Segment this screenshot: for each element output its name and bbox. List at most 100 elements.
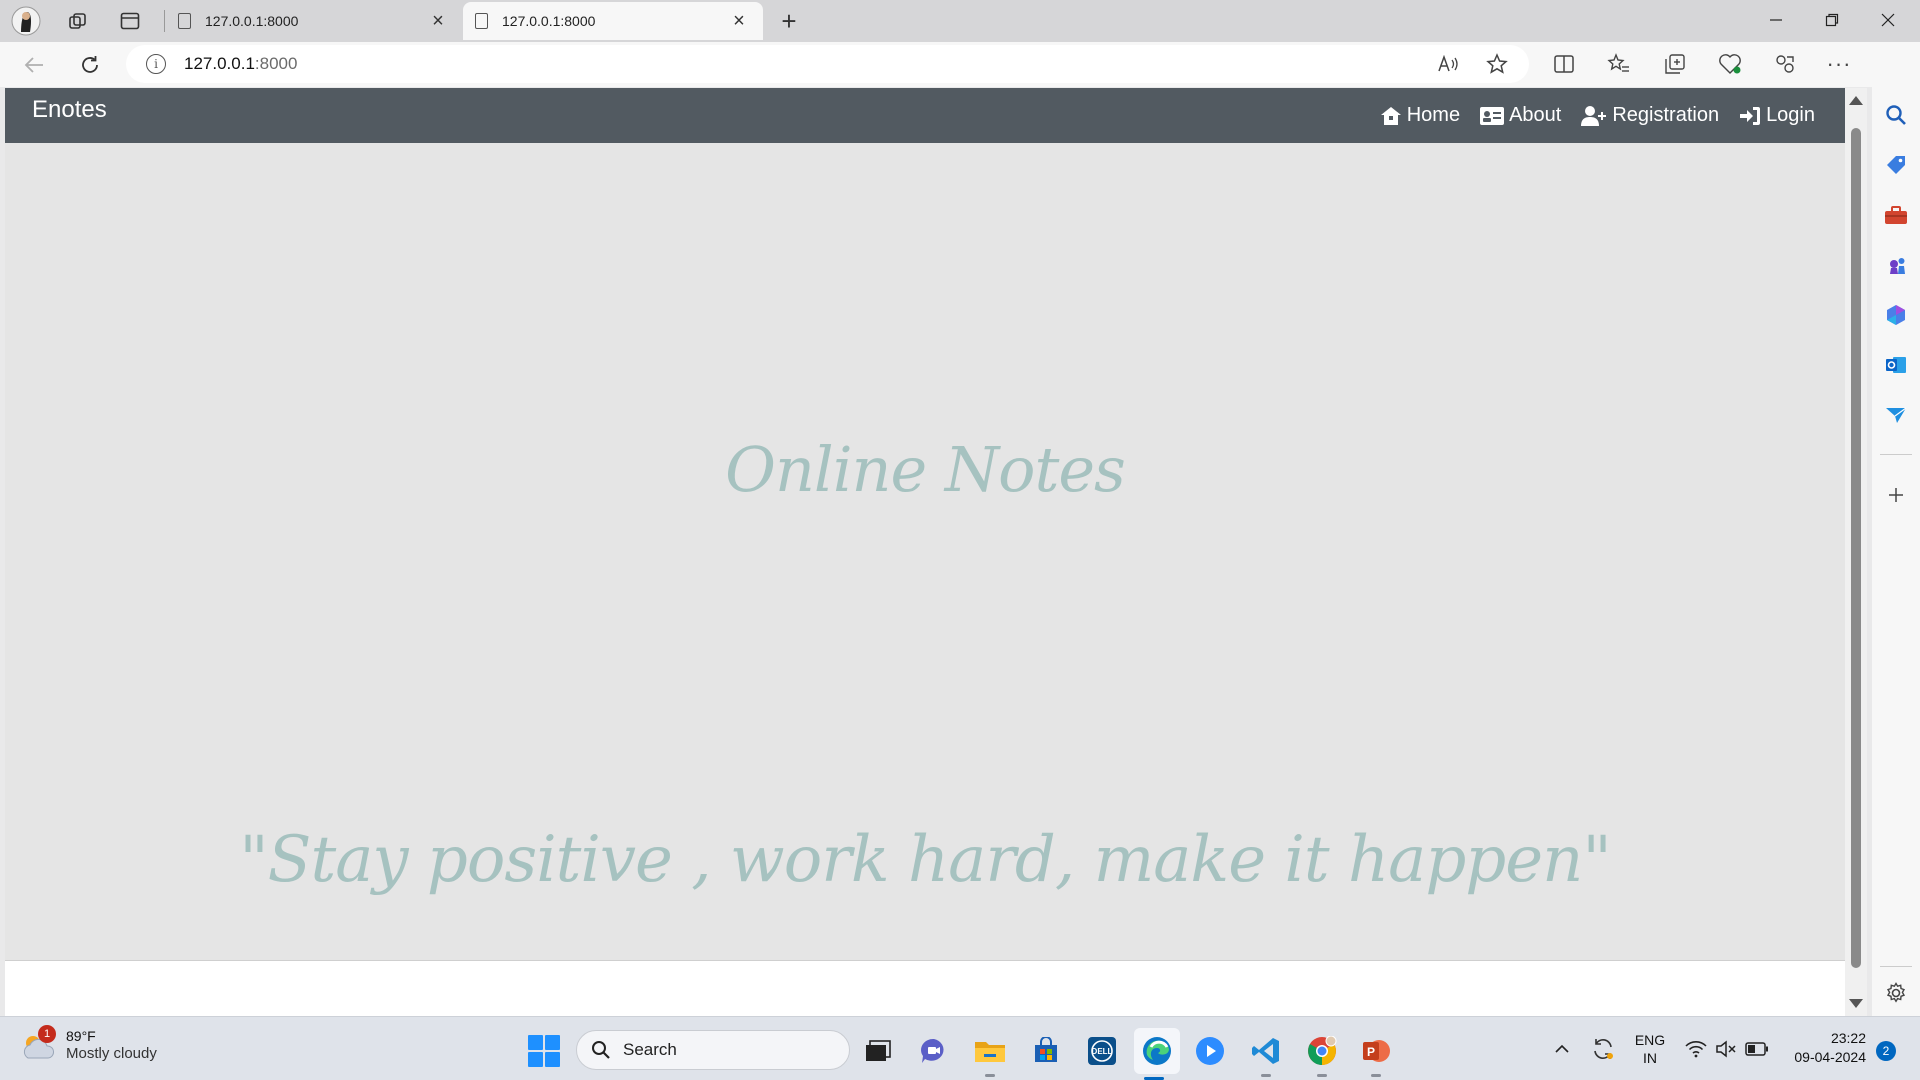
collections-button[interactable] xyxy=(1658,48,1692,80)
site-brand[interactable]: Enotes xyxy=(32,96,107,124)
favorites-button[interactable] xyxy=(1602,48,1636,80)
battery-icon xyxy=(1745,1042,1768,1056)
edge-icon xyxy=(1143,1037,1171,1065)
weather-alert-badge: 1 xyxy=(38,1025,56,1043)
notification-badge[interactable]: 2 xyxy=(1876,1041,1896,1061)
favorite-button[interactable] xyxy=(1480,48,1514,80)
info-icon[interactable]: i xyxy=(146,54,166,74)
workspaces-button[interactable] xyxy=(58,4,98,38)
plus-icon xyxy=(1889,488,1903,502)
zoom-button[interactable] xyxy=(1190,1031,1230,1071)
nav-registration-link[interactable]: Registration xyxy=(1581,104,1719,127)
sidebar-shopping-button[interactable] xyxy=(1881,150,1911,180)
collections-icon xyxy=(1665,54,1685,74)
split-screen-button[interactable] xyxy=(1547,48,1581,80)
tab-title: 127.0.0.1:8000 xyxy=(502,13,596,29)
lang-line2: IN xyxy=(1643,1050,1657,1066)
browser-essentials-button[interactable] xyxy=(1713,48,1747,80)
edge-sidebar xyxy=(1872,42,1920,1016)
sync-status-button[interactable] xyxy=(1588,1031,1618,1067)
sign-in-icon xyxy=(1740,106,1761,125)
powerpoint-button[interactable]: P xyxy=(1356,1031,1396,1077)
scroll-up-icon[interactable] xyxy=(1849,96,1863,105)
dell-app-button[interactable]: DELL xyxy=(1082,1031,1122,1071)
file-explorer-button[interactable] xyxy=(970,1031,1010,1077)
scrollbar-thumb[interactable] xyxy=(1851,128,1861,968)
browser-tab-strip: 127.0.0.1:8000 × 127.0.0.1:8000 × + xyxy=(0,0,1920,42)
sidebar-add-button[interactable] xyxy=(1881,480,1911,510)
close-icon[interactable]: × xyxy=(426,10,450,33)
send-icon xyxy=(1886,407,1907,423)
taskbar-search[interactable]: Search xyxy=(576,1030,850,1070)
tab-inactive[interactable]: 127.0.0.1:8000 × xyxy=(166,2,462,40)
input-language-button[interactable]: ENG IN xyxy=(1630,1031,1670,1067)
running-indicator xyxy=(1371,1074,1381,1077)
toolbox-icon xyxy=(1885,206,1907,224)
more-dots-icon: ··· xyxy=(1826,51,1852,76)
scroll-down-icon[interactable] xyxy=(1849,999,1863,1008)
search-icon xyxy=(592,1041,610,1059)
read-aloud-button[interactable] xyxy=(1432,48,1466,80)
teams-chat-button[interactable] xyxy=(914,1031,954,1071)
browser-toolbar: i 127.0.0.1:8000 ··· xyxy=(0,42,1920,87)
svg-text:P: P xyxy=(1367,1045,1375,1059)
heart-pulse-icon xyxy=(1719,54,1741,74)
user-plus-icon xyxy=(1581,105,1607,126)
hero-section: Online Notes "Stay positive , work hard,… xyxy=(5,143,1845,961)
nav-about-link[interactable]: About xyxy=(1480,104,1561,127)
home-icon xyxy=(1380,106,1401,125)
volume-muted-icon xyxy=(1716,1040,1736,1058)
chat-icon xyxy=(921,1038,944,1063)
search-icon xyxy=(1886,105,1906,125)
weather-widget[interactable]: 1 89°F Mostly cloudy xyxy=(20,1025,157,1063)
tab-active[interactable]: 127.0.0.1:8000 × xyxy=(463,2,763,40)
vscode-icon xyxy=(1252,1038,1279,1064)
workspaces-icon xyxy=(69,13,86,29)
chess-icon xyxy=(1890,258,1905,274)
new-tab-button[interactable]: + xyxy=(772,4,806,38)
sidebar-outlook-button[interactable] xyxy=(1881,350,1911,380)
chrome-icon xyxy=(1308,1036,1337,1065)
page-scrollbar[interactable] xyxy=(1845,88,1867,1016)
nav-home-link[interactable]: Home xyxy=(1380,104,1460,127)
gear-icon xyxy=(1886,982,1906,1003)
sidebar-settings-button[interactable] xyxy=(1881,978,1911,1008)
edge-taskbar-button[interactable] xyxy=(1134,1028,1180,1080)
show-hidden-icons-button[interactable] xyxy=(1548,1031,1576,1067)
taskbar-clock[interactable]: 23:22 09-04-2024 xyxy=(1780,1029,1866,1067)
sync-icon xyxy=(1594,1039,1613,1059)
sidebar-search-button[interactable] xyxy=(1881,100,1911,130)
sidebar-tools-button[interactable] xyxy=(1881,200,1911,230)
chrome-button[interactable] xyxy=(1302,1031,1342,1077)
back-button[interactable] xyxy=(16,48,52,82)
task-view-button[interactable] xyxy=(858,1031,898,1071)
microsoft-store-button[interactable] xyxy=(1026,1031,1066,1071)
page-icon xyxy=(475,13,488,29)
sidebar-drop-button[interactable] xyxy=(1881,400,1911,430)
profile-avatar[interactable] xyxy=(6,4,46,38)
wifi-icon xyxy=(1685,1041,1707,1058)
close-window-button[interactable] xyxy=(1860,0,1916,40)
vertical-tabs-button[interactable] xyxy=(110,4,150,38)
tab-title: 127.0.0.1:8000 xyxy=(205,13,299,29)
sidebar-m365-button[interactable] xyxy=(1881,300,1911,330)
cloud-sun-icon: 1 xyxy=(20,1025,56,1059)
close-icon[interactable]: × xyxy=(727,10,751,33)
extensions-button[interactable] xyxy=(1768,48,1802,80)
sidebar-games-button[interactable] xyxy=(1881,250,1911,280)
windows-logo-icon xyxy=(528,1035,543,1050)
nav-login-link[interactable]: Login xyxy=(1739,104,1815,127)
read-aloud-icon xyxy=(1438,55,1458,72)
start-button[interactable] xyxy=(528,1035,560,1067)
minimize-button[interactable] xyxy=(1748,0,1804,40)
windows-taskbar: 1 89°F Mostly cloudy Search DELL P ENG I… xyxy=(0,1016,1920,1080)
more-menu-button[interactable]: ··· xyxy=(1822,48,1856,80)
address-bar[interactable]: i 127.0.0.1:8000 xyxy=(126,45,1529,83)
quick-settings-button[interactable] xyxy=(1682,1031,1772,1067)
restore-button[interactable] xyxy=(1804,0,1860,40)
vscode-button[interactable] xyxy=(1246,1031,1286,1077)
windows-logo-icon xyxy=(545,1052,560,1067)
folder-icon xyxy=(975,1042,1005,1062)
page-footer xyxy=(5,961,1845,1016)
refresh-button[interactable] xyxy=(72,48,108,82)
